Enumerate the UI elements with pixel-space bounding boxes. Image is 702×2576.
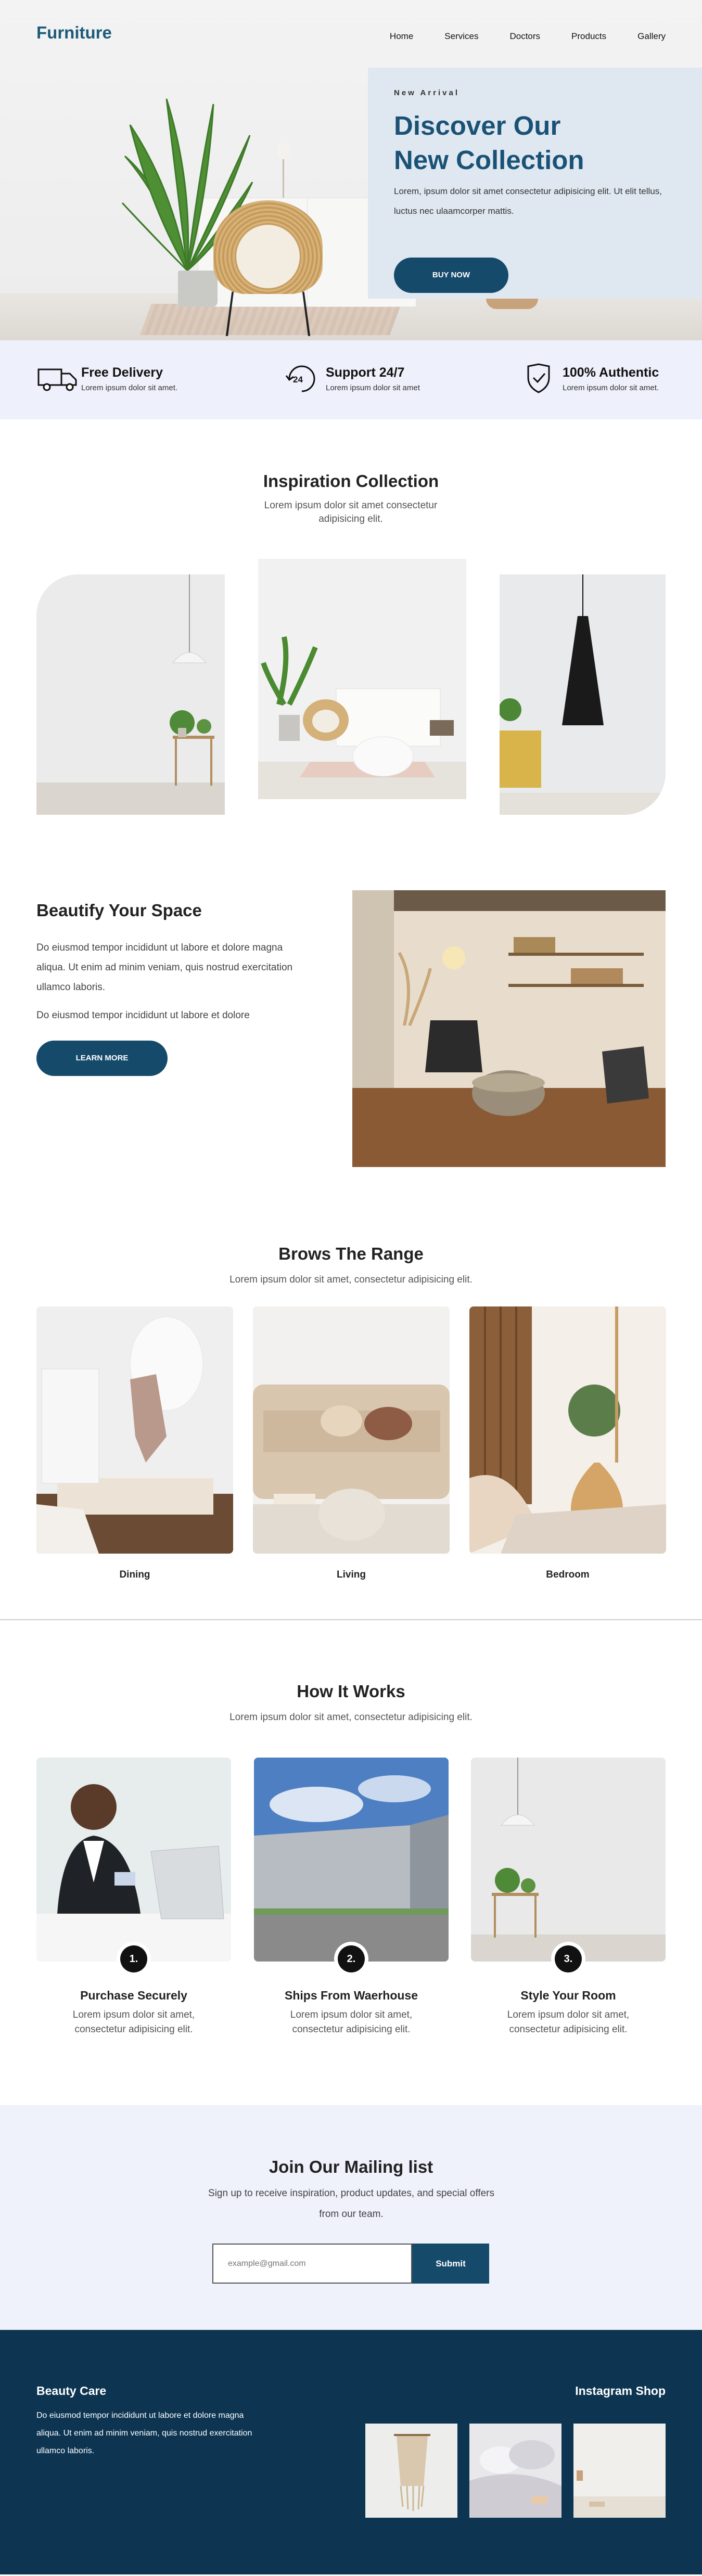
range-card-bedroom[interactable]	[469, 1306, 666, 1554]
how-step-1: 1. Purchase Securely Lorem ipsum dolor s…	[36, 1758, 231, 2037]
learn-more-button[interactable]: LEARN MORE	[36, 1041, 168, 1076]
range-card-living[interactable]	[253, 1306, 450, 1554]
how-step-sub: Lorem ipsum dolor sit amet, consectetur …	[290, 2009, 413, 2035]
shield-check-icon	[527, 363, 550, 393]
nav-menu: Home Services Doctors Products Gallery	[390, 31, 666, 42]
hero-bowl	[486, 299, 538, 309]
beautify-section: Beautify Your Space Do eiusmod tempor in…	[0, 849, 702, 1192]
mailing-title: Join Our Mailing list	[269, 2157, 433, 2176]
footer: Beauty Care Do eiusmod tempor incididunt…	[0, 2330, 702, 2574]
nav-link-doctors[interactable]: Doctors	[509, 31, 540, 42]
hero-lamp-stand	[283, 159, 284, 198]
how-step-number-badge: 3.	[551, 1942, 585, 1976]
email-input[interactable]	[212, 2244, 412, 2284]
instagram-shop-title: Instagram Shop	[575, 2384, 666, 2398]
how-step-number-badge: 1.	[117, 1942, 151, 1976]
beautify-room-image	[352, 890, 666, 1167]
range-label-dining: Dining	[119, 1569, 150, 1580]
support-24-icon: 24	[285, 365, 315, 392]
buy-now-button[interactable]: BUY NOW	[394, 258, 508, 293]
how-step-3: 3. Style Your Room Lorem ipsum dolor sit…	[471, 1758, 666, 2037]
hero-lamp	[277, 144, 289, 159]
feature-title: 100% Authentic	[563, 365, 659, 380]
range-section: Brows The Range Lorem ipsum dolor sit am…	[0, 1192, 702, 1620]
how-step-number-badge: 2.	[334, 1942, 368, 1976]
instagram-image-shelf[interactable]	[573, 2424, 666, 2518]
feature-sub: Lorem ipsum dolor sit amet.	[563, 383, 659, 392]
how-step-image	[254, 1758, 449, 1962]
how-step-sub: Lorem ipsum dolor sit amet, consectetur …	[72, 2009, 195, 2035]
brand-logo[interactable]: Furniture	[36, 23, 112, 43]
section-title: How It Works	[297, 1682, 405, 1701]
hero-title-line1: Discover Our	[394, 111, 561, 140]
footer-title: Beauty Care	[36, 2384, 107, 2398]
nav-link-home[interactable]: Home	[390, 31, 413, 42]
hero-title: Discover Our New Collection	[394, 109, 676, 177]
how-step-title: Purchase Securely	[80, 1989, 187, 2002]
range-label-bedroom: Bedroom	[546, 1569, 590, 1580]
instagram-image-macrame[interactable]	[365, 2424, 457, 2518]
nav-link-services[interactable]: Services	[444, 31, 478, 42]
svg-text:24: 24	[293, 375, 303, 385]
beautify-title: Beautify Your Space	[36, 901, 202, 920]
range-label-living: Living	[337, 1569, 366, 1580]
feature-sub: Lorem ipsum dolor sit amet.	[81, 383, 178, 392]
nav-link-products[interactable]: Products	[571, 31, 606, 42]
top-nav: Furniture Home Services Doctors Products…	[0, 0, 702, 68]
how-step-number: 2.	[338, 1945, 365, 1972]
inspiration-image-pendant-lamp[interactable]	[500, 574, 666, 815]
mailing-list-section: Join Our Mailing list Sign up to receive…	[0, 2105, 702, 2330]
hero-plant-pot	[178, 271, 218, 307]
how-step-number: 1.	[120, 1945, 147, 1972]
how-step-number: 3.	[555, 1945, 582, 1972]
feature-sub: Lorem ipsum dolor sit amet	[326, 383, 420, 392]
how-step-image	[36, 1758, 231, 1962]
inspiration-image-living-room[interactable]	[258, 559, 466, 799]
feature-title: Free Delivery	[81, 365, 163, 380]
hero-text: Lorem, ipsum dolor sit amet consectetur …	[394, 186, 662, 216]
hero-section: Furniture Home Services Doctors Products…	[0, 0, 702, 340]
how-it-works-section: How It Works Lorem ipsum dolor sit amet,…	[0, 1620, 702, 2105]
how-step-title: Ships From Waerhouse	[284, 1989, 418, 2002]
feature-free-delivery: Free Delivery Lorem ipsum dolor sit amet…	[36, 363, 177, 394]
section-title: Inspiration Collection	[263, 471, 439, 491]
range-card-dining[interactable]	[36, 1306, 233, 1554]
truck-icon	[37, 368, 77, 391]
how-step-title: Style Your Room	[520, 1989, 616, 2002]
instagram-image-bedding[interactable]	[469, 2424, 561, 2518]
how-step-2: 2. Ships From Waerhouse Lorem ipsum dolo…	[254, 1758, 449, 2037]
hero-rattan-chair	[213, 200, 323, 294]
inspiration-image-lamp-console[interactable]	[36, 574, 225, 815]
hero-card: New Arrival Discover Our New Collection …	[368, 68, 702, 299]
hero-title-line2: New Collection	[394, 145, 584, 175]
section-subtitle: Lorem ipsum dolor sit amet, consectetur …	[229, 1274, 473, 1285]
feature-support: 24 Support 24/7 Lorem ipsum dolor sit am…	[281, 363, 420, 394]
feature-authentic: 100% Authentic Lorem ipsum dolor sit ame…	[518, 363, 659, 394]
feature-title: Support 24/7	[326, 365, 405, 380]
section-subtitle: Lorem ipsum dolor sit amet, consectetur …	[229, 1712, 473, 1723]
mailing-subtitle: Sign up to receive inspiration, product …	[208, 2188, 494, 2220]
beautify-paragraph-2: Do eiusmod tempor incididunt ut labore e…	[36, 1010, 250, 1021]
features-bar: Free Delivery Lorem ipsum dolor sit amet…	[0, 340, 702, 419]
how-step-sub: Lorem ipsum dolor sit amet, consectetur …	[507, 2009, 630, 2035]
hero-chair-legs	[225, 291, 311, 336]
inspiration-section: Inspiration Collection Lorem ipsum dolor…	[0, 419, 702, 849]
how-step-image	[471, 1758, 666, 1962]
nav-link-gallery[interactable]: Gallery	[637, 31, 666, 42]
beautify-paragraph-1: Do eiusmod tempor incididunt ut labore e…	[36, 942, 293, 993]
section-title: Brows The Range	[278, 1244, 424, 1263]
section-subtitle: Lorem ipsum dolor sit amet consectetur a…	[264, 500, 438, 524]
hero-kicker: New Arrival	[394, 88, 460, 97]
submit-button[interactable]: Submit	[412, 2244, 489, 2284]
footer-text: Do eiusmod tempor incididunt ut labore e…	[36, 2411, 252, 2455]
